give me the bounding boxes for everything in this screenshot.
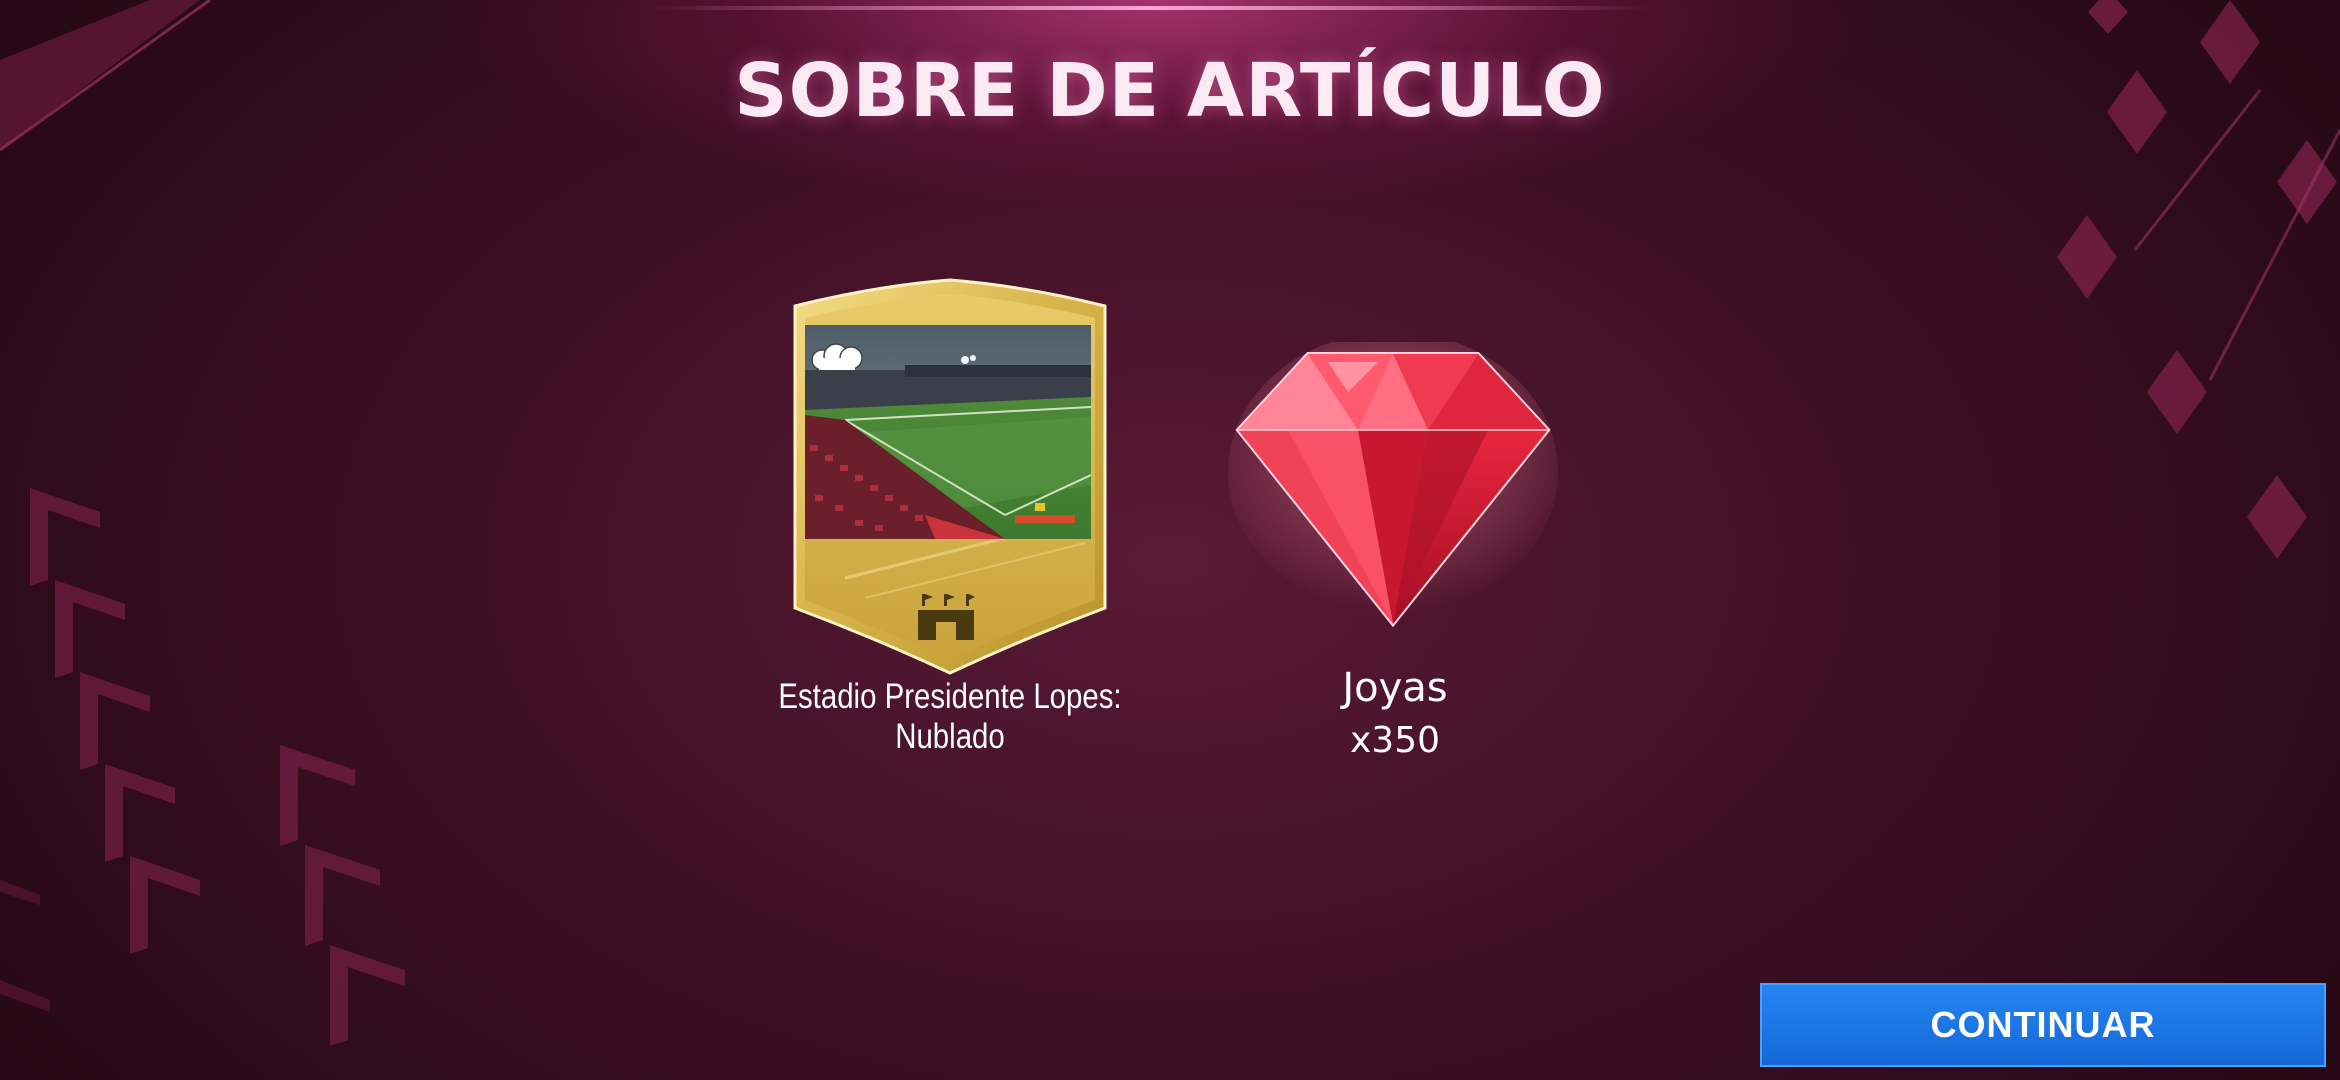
ruby-gem-icon (1228, 342, 1558, 628)
pack-reward-screen: SOBRE DE ARTÍCULO Estadio Presidente Lop… (0, 0, 2340, 1080)
continue-button[interactable]: CONTINUAR (1760, 983, 2326, 1067)
stadium-reward-card (785, 278, 1115, 676)
cloud-icon (811, 343, 863, 371)
gem-reward-quantity: x350 (1349, 720, 1441, 761)
top-glow-line (650, 6, 1650, 10)
gem-reward-name: Joyas (1342, 665, 1448, 711)
stadium-icon (918, 594, 975, 640)
stadium-card-label: Estadio Presidente Lopes: Nublado (778, 677, 1122, 756)
page-title: SOBRE DE ARTÍCULO (734, 48, 1606, 134)
background-decoration-left (0, 0, 405, 1046)
